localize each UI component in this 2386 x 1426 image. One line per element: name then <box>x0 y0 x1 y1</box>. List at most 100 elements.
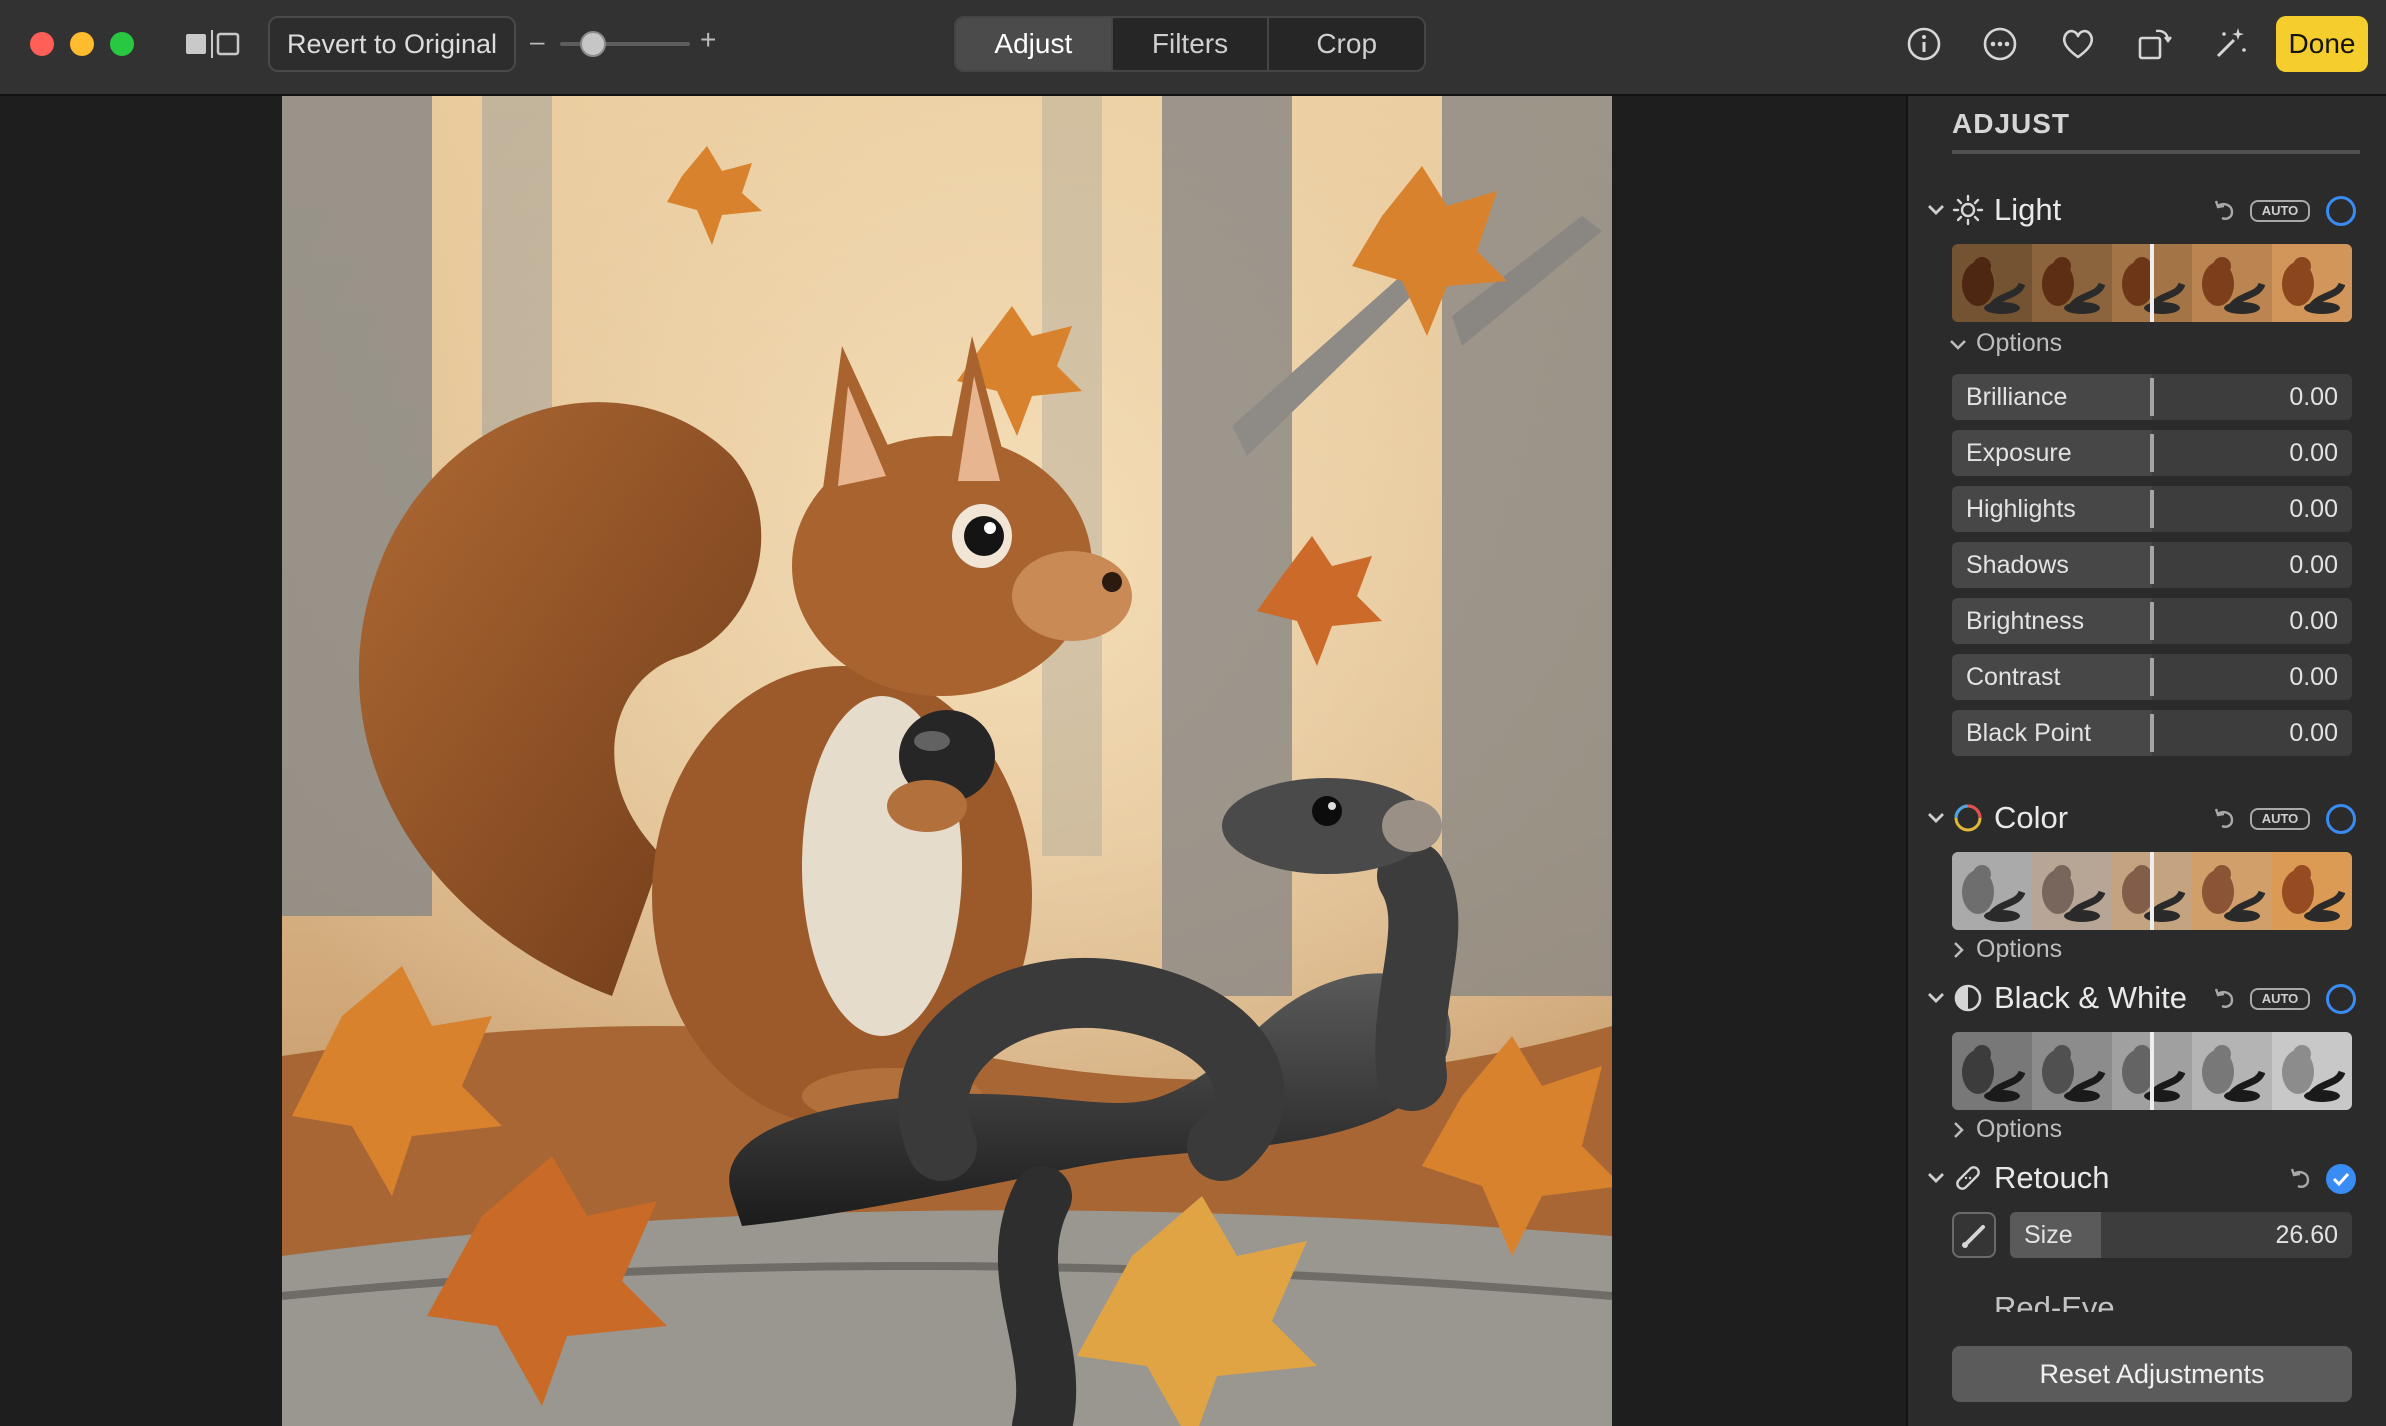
chevron-down-icon[interactable] <box>1922 984 1950 1012</box>
color-thumbnail-strip[interactable] <box>1952 852 2352 930</box>
zoom-slider-thumb[interactable] <box>579 31 606 57</box>
auto-button[interactable]: AUTO <box>2250 808 2310 830</box>
undo-icon[interactable] <box>2210 196 2238 224</box>
thumbnail-frame[interactable] <box>2032 852 2112 930</box>
chevron-down-icon[interactable] <box>1922 804 1950 832</box>
exposure-slider[interactable]: Exposure 0.00 <box>1952 430 2352 476</box>
undo-icon[interactable] <box>2286 1164 2314 1192</box>
thumbnail-frame[interactable] <box>2272 852 2352 930</box>
section-retouch-header[interactable]: Retouch <box>1908 1156 2386 1200</box>
fullscreen-window-button[interactable] <box>110 32 134 56</box>
zoom-slider[interactable] <box>560 31 690 57</box>
toolbar: Revert to Original – + Adjust Filters Cr… <box>0 0 2386 96</box>
adjust-sidebar: ADJUST Light AUTO Options Brilliance 0.0… <box>1906 96 2386 1426</box>
tab-filters[interactable]: Filters <box>1113 18 1270 70</box>
color-wheel-icon <box>1954 804 1982 832</box>
minimize-window-button[interactable] <box>70 32 94 56</box>
section-bw-label: Black & White <box>1994 980 2187 1015</box>
color-options-label: Options <box>1976 935 2063 963</box>
mode-tabs: Adjust Filters Crop <box>954 16 1426 72</box>
brush-icon <box>1962 1225 1985 1248</box>
auto-button[interactable]: AUTO <box>2250 988 2310 1010</box>
color-enable-toggle[interactable] <box>2326 804 2356 834</box>
heart-icon[interactable] <box>2056 22 2100 66</box>
magic-wand-icon[interactable] <box>2208 22 2252 66</box>
light-enable-toggle[interactable] <box>2326 196 2356 226</box>
section-light-header[interactable]: Light AUTO <box>1908 188 2386 232</box>
thumbnail-position-marker[interactable] <box>2150 852 2154 930</box>
thumbnail-frame[interactable] <box>2272 244 2352 322</box>
slider-value: 0.00 <box>2289 551 2338 579</box>
thumbnail-frame[interactable] <box>1952 1032 2032 1110</box>
slider-label: Shadows <box>1966 551 2069 579</box>
zoom-in-icon[interactable]: + <box>700 24 716 56</box>
retouch-enable-toggle[interactable] <box>2326 1164 2356 1194</box>
thumbnail-position-marker[interactable] <box>2150 1032 2154 1110</box>
shadows-slider[interactable]: Shadows 0.00 <box>1952 542 2352 588</box>
black-point-slider[interactable]: Black Point 0.00 <box>1952 710 2352 756</box>
bw-options-toggle[interactable]: Options <box>1908 1112 2386 1148</box>
photo-canvas[interactable] <box>0 96 1906 1426</box>
close-window-button[interactable] <box>30 32 54 56</box>
zoom-out-icon[interactable]: – <box>530 26 544 57</box>
more-icon[interactable] <box>1978 22 2022 66</box>
chevron-right-icon[interactable] <box>1946 938 1970 962</box>
thumbnail-position-marker[interactable] <box>2150 244 2154 322</box>
bw-options-label: Options <box>1976 1115 2063 1143</box>
chevron-down-icon[interactable] <box>1922 196 1950 224</box>
sidebar-title: ADJUST <box>1952 108 2071 139</box>
rotate-icon[interactable] <box>2132 22 2176 66</box>
retouch-size-slider[interactable]: Size 26.60 <box>2010 1212 2352 1258</box>
light-options-toggle[interactable]: Options <box>1908 326 2386 362</box>
retouch-brush-button[interactable] <box>1952 1212 1996 1258</box>
thumbnail-frame[interactable] <box>2272 1032 2352 1110</box>
half-circle-icon <box>1954 984 1982 1012</box>
slider-value: 0.00 <box>2289 495 2338 523</box>
thumbnail-frame[interactable] <box>1952 244 2032 322</box>
thumbnail-frame[interactable] <box>2192 1032 2272 1110</box>
slider-label: Exposure <box>1966 439 2072 467</box>
bw-thumbnail-strip[interactable] <box>1952 1032 2352 1110</box>
section-bw-header[interactable]: Black & White AUTO <box>1908 976 2386 1020</box>
slider-value: 0.00 <box>2289 719 2338 747</box>
done-button[interactable]: Done <box>2276 16 2368 72</box>
slider-label: Brilliance <box>1966 383 2068 411</box>
photo-illustration <box>282 96 1612 1426</box>
section-light-label: Light <box>1994 192 2062 227</box>
thumbnail-frame[interactable] <box>1952 852 2032 930</box>
thumbnail-frame[interactable] <box>2032 244 2112 322</box>
reset-adjustments-button[interactable]: Reset Adjustments <box>1952 1346 2352 1402</box>
thumbnail-frame[interactable] <box>2192 852 2272 930</box>
auto-button[interactable]: AUTO <box>2250 200 2310 222</box>
contrast-slider[interactable]: Contrast 0.00 <box>1952 654 2352 700</box>
light-thumbnail-strip[interactable] <box>1952 244 2352 322</box>
brilliance-slider[interactable]: Brilliance 0.00 <box>1952 374 2352 420</box>
bw-enable-toggle[interactable] <box>2326 984 2356 1014</box>
chevron-down-icon[interactable] <box>1946 332 1970 356</box>
chevron-down-icon[interactable] <box>1922 1164 1950 1192</box>
highlights-slider[interactable]: Highlights 0.00 <box>1952 486 2352 532</box>
section-retouch-label: Retouch <box>1994 1160 2110 1195</box>
slider-value: 0.00 <box>2289 439 2338 467</box>
photo-squirrel-and-snake[interactable] <box>282 96 1612 1426</box>
color-options-toggle[interactable]: Options <box>1908 932 2386 968</box>
info-icon[interactable] <box>1902 22 1946 66</box>
bandage-icon <box>1956 1166 1980 1190</box>
chevron-right-icon[interactable] <box>1946 1118 1970 1142</box>
undo-icon[interactable] <box>2210 984 2238 1012</box>
slider-value: 0.00 <box>2289 607 2338 635</box>
revert-to-original-button[interactable]: Revert to Original <box>268 16 516 72</box>
thumbnail-frame[interactable] <box>2032 1032 2112 1110</box>
checkmark-icon <box>2332 1172 2350 1187</box>
slider-label: Size <box>2024 1221 2073 1249</box>
sidebar-title-divider <box>1952 150 2360 154</box>
tab-crop[interactable]: Crop <box>1269 18 1424 70</box>
brightness-slider[interactable]: Brightness 0.00 <box>1952 598 2352 644</box>
slider-label: Contrast <box>1966 663 2061 691</box>
section-color-header[interactable]: Color AUTO <box>1908 796 2386 840</box>
undo-icon[interactable] <box>2210 804 2238 832</box>
compare-split-icon[interactable] <box>184 30 240 58</box>
slider-value: 0.00 <box>2289 383 2338 411</box>
thumbnail-frame[interactable] <box>2192 244 2272 322</box>
tab-adjust[interactable]: Adjust <box>956 18 1113 70</box>
